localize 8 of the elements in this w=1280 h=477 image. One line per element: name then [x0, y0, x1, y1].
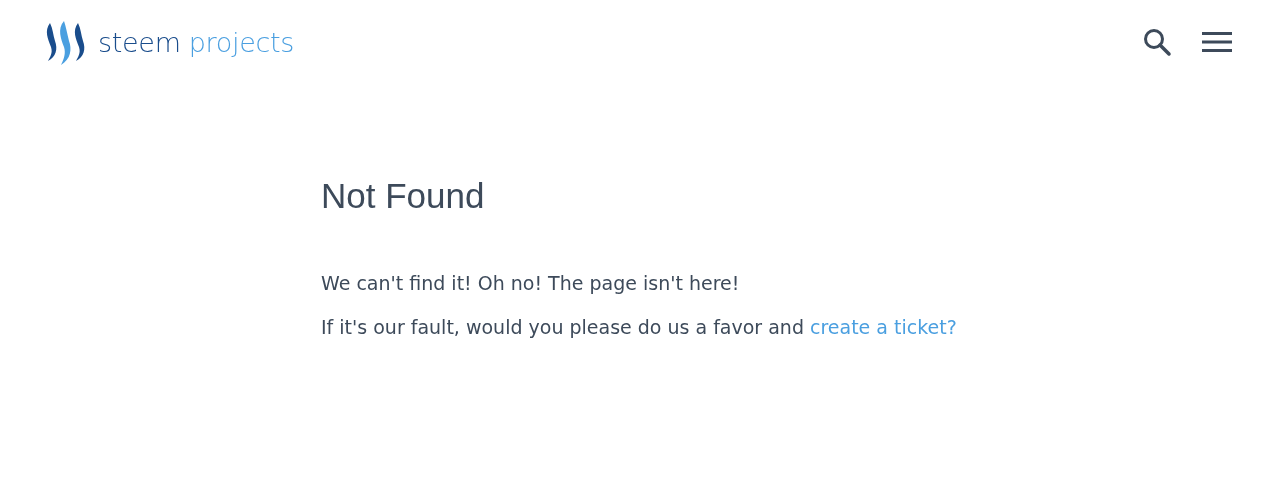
- page-title: Not Found: [321, 176, 486, 216]
- create-ticket-link[interactable]: create a ticket?: [809, 316, 957, 338]
- search-icon[interactable]: [1142, 27, 1172, 57]
- menu-icon[interactable]: [1202, 31, 1232, 53]
- error-message: We can't find it! Oh no! The page isn't here!: [321, 271, 741, 296]
- help-text: If it's our fault, would you please do us a favor and: [321, 315, 804, 340]
- logo-text: projects: [188, 26, 295, 58]
- logo-text: steem: [98, 26, 181, 58]
